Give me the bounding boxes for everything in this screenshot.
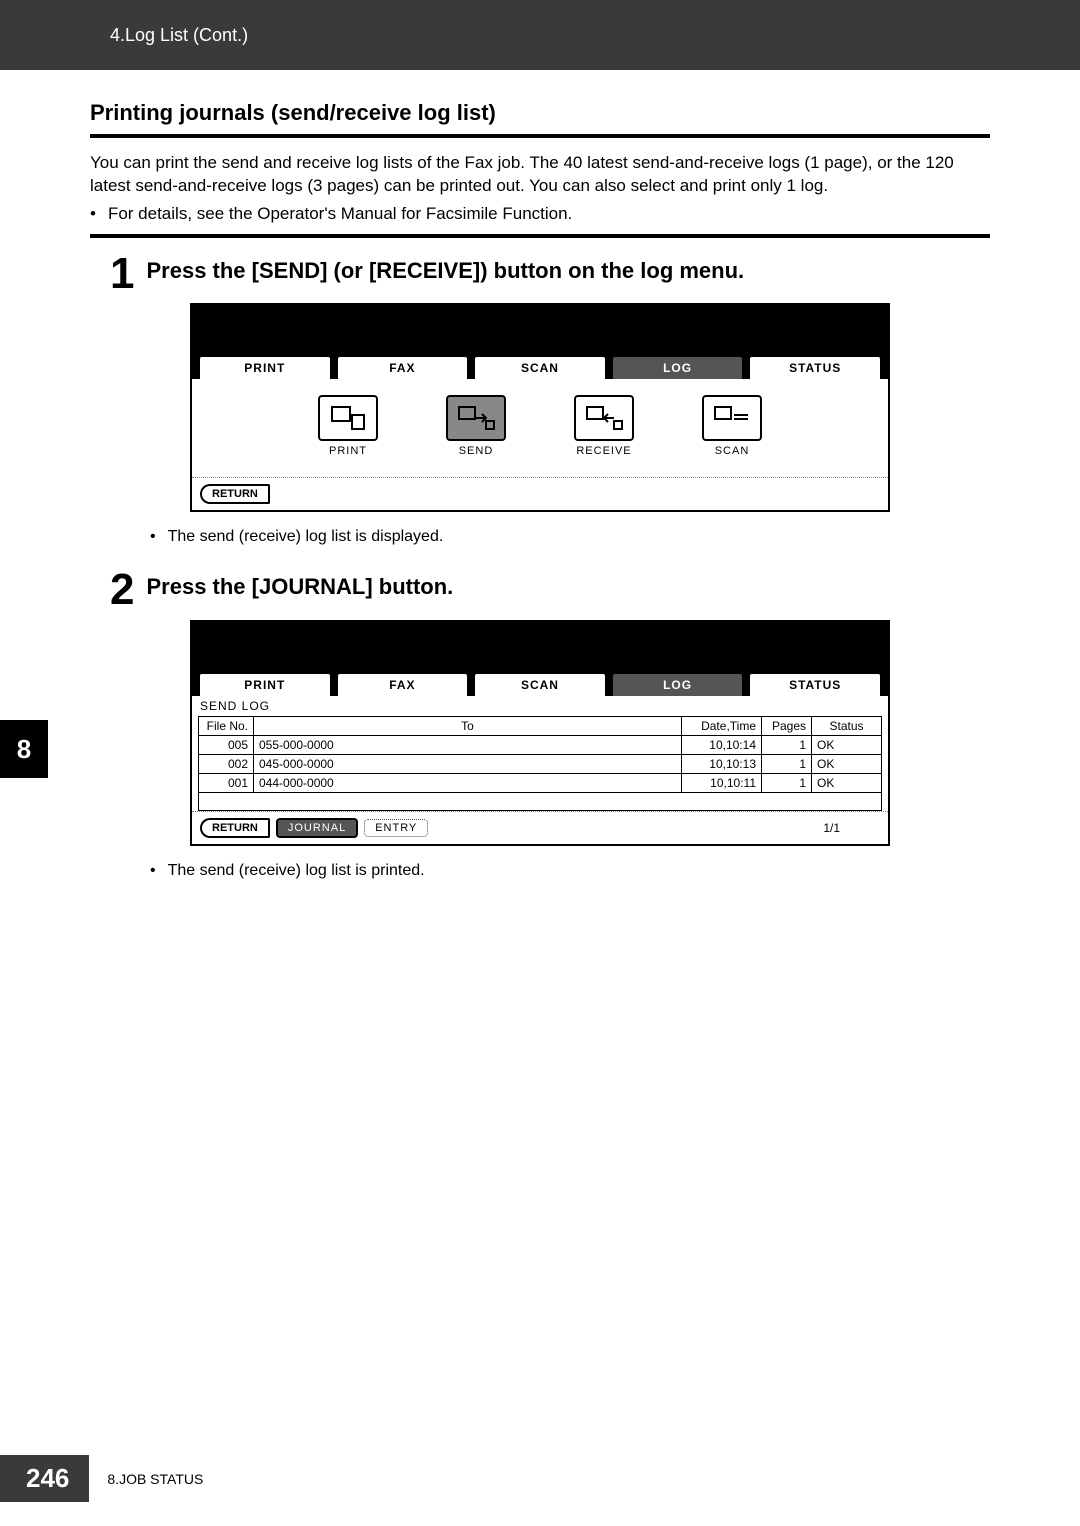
- main-content: Printing journals (send/receive log list…: [0, 70, 1080, 880]
- cell-datetime: 10,10:14: [682, 736, 762, 755]
- journal-button[interactable]: JOURNAL: [276, 818, 358, 838]
- page-indicator: 1/1: [823, 821, 840, 835]
- col-file-no: File No.: [199, 717, 254, 736]
- table-row[interactable]: 005 055-000-0000 10,10:14 1 OK: [199, 736, 882, 755]
- step-1-note: The send (receive) log list is displayed…: [90, 528, 990, 546]
- section-rule-end: [90, 234, 990, 238]
- tab2-log[interactable]: LOG: [611, 672, 745, 696]
- side-chapter-tab: 8: [0, 720, 48, 778]
- panel-1-blackbar: [192, 305, 888, 347]
- cell-fileno: 005: [199, 736, 254, 755]
- scan-icon: [702, 395, 762, 441]
- bullet-dot: •: [90, 204, 96, 224]
- section-rule: [90, 134, 990, 138]
- tab-print[interactable]: PRINT: [198, 355, 332, 379]
- panel-2-tabs: PRINT FAX SCAN LOG STATUS: [192, 664, 888, 696]
- cell-status: OK: [812, 774, 882, 793]
- tab2-fax[interactable]: FAX: [336, 672, 470, 696]
- footer-chapter: 8.JOB STATUS: [107, 1471, 203, 1487]
- icon-label-send: SEND: [459, 445, 494, 457]
- panel-1-tabs: PRINT FAX SCAN LOG STATUS: [192, 347, 888, 379]
- send-log-label: SEND LOG: [192, 696, 888, 716]
- icon-btn-print[interactable]: PRINT: [298, 395, 398, 457]
- send-icon: [446, 395, 506, 441]
- panel-2-blackbar: [192, 622, 888, 664]
- panel-1-icons: PRINT SEND RECEIVE: [192, 379, 888, 477]
- print-icon: [318, 395, 378, 441]
- cell-pages: 1: [762, 755, 812, 774]
- cell-status: OK: [812, 736, 882, 755]
- log-table: File No. To Date,Time Pages Status 005 0…: [198, 716, 882, 811]
- col-to: To: [254, 717, 682, 736]
- icon-btn-scan[interactable]: SCAN: [682, 395, 782, 457]
- section-intro: You can print the send and receive log l…: [90, 152, 990, 198]
- tab-scan[interactable]: SCAN: [473, 355, 607, 379]
- table-header-row: File No. To Date,Time Pages Status: [199, 717, 882, 736]
- section-bullet: • For details, see the Operator's Manual…: [90, 204, 990, 224]
- panel-1-footer: RETURN: [192, 477, 888, 510]
- section-title: Printing journals (send/receive log list…: [90, 100, 990, 126]
- step-1: 1 Press the [SEND] (or [RECEIVE]) button…: [90, 254, 990, 294]
- cell-to: 055-000-0000: [254, 736, 682, 755]
- panel-1: PRINT FAX SCAN LOG STATUS PRINT SEND: [190, 303, 890, 512]
- cell-pages: 1: [762, 736, 812, 755]
- cell-status: OK: [812, 755, 882, 774]
- tab-fax[interactable]: FAX: [336, 355, 470, 379]
- step-1-number: 1: [110, 254, 134, 294]
- icon-btn-send[interactable]: SEND: [426, 395, 526, 457]
- tab2-status[interactable]: STATUS: [748, 672, 882, 696]
- cell-fileno: 001: [199, 774, 254, 793]
- icon-label-print: PRINT: [329, 445, 367, 457]
- panel-2-footer: RETURN JOURNAL ENTRY 1/1: [192, 811, 888, 844]
- table-spacer: [199, 793, 882, 811]
- table-row[interactable]: 002 045-000-0000 10,10:13 1 OK: [199, 755, 882, 774]
- step-2-title: Press the [JOURNAL] button.: [146, 574, 453, 600]
- receive-icon: [574, 395, 634, 441]
- tab-log[interactable]: LOG: [611, 355, 745, 379]
- panel-1-container: PRINT FAX SCAN LOG STATUS PRINT SEND: [90, 303, 990, 512]
- panel-2-container: PRINT FAX SCAN LOG STATUS SEND LOG File …: [90, 620, 990, 846]
- bullet-text: For details, see the Operator's Manual f…: [108, 204, 572, 224]
- icon-btn-receive[interactable]: RECEIVE: [554, 395, 654, 457]
- page-footer: 246 8.JOB STATUS: [0, 1455, 203, 1502]
- icon-label-scan: SCAN: [715, 445, 750, 457]
- step-2: 2 Press the [JOURNAL] button.: [90, 570, 990, 610]
- cell-to: 045-000-0000: [254, 755, 682, 774]
- breadcrumb-text: 4.Log List (Cont.): [110, 25, 248, 46]
- col-pages: Pages: [762, 717, 812, 736]
- cell-pages: 1: [762, 774, 812, 793]
- icon-label-receive: RECEIVE: [576, 445, 631, 457]
- return-button-1[interactable]: RETURN: [200, 484, 270, 504]
- step-2-note: The send (receive) log list is printed.: [90, 862, 990, 880]
- tab-status[interactable]: STATUS: [748, 355, 882, 379]
- col-datetime: Date,Time: [682, 717, 762, 736]
- cell-to: 044-000-0000: [254, 774, 682, 793]
- entry-button[interactable]: ENTRY: [364, 819, 428, 837]
- cell-datetime: 10,10:11: [682, 774, 762, 793]
- header-breadcrumb: 4.Log List (Cont.): [0, 0, 1080, 70]
- panel-2: PRINT FAX SCAN LOG STATUS SEND LOG File …: [190, 620, 890, 846]
- step-1-title: Press the [SEND] (or [RECEIVE]) button o…: [146, 258, 744, 284]
- return-button-2[interactable]: RETURN: [200, 818, 270, 838]
- step-2-number: 2: [110, 570, 134, 610]
- cell-datetime: 10,10:13: [682, 755, 762, 774]
- cell-fileno: 002: [199, 755, 254, 774]
- tab2-print[interactable]: PRINT: [198, 672, 332, 696]
- page-number: 246: [0, 1455, 89, 1502]
- col-status: Status: [812, 717, 882, 736]
- tab2-scan[interactable]: SCAN: [473, 672, 607, 696]
- table-row[interactable]: 001 044-000-0000 10,10:11 1 OK: [199, 774, 882, 793]
